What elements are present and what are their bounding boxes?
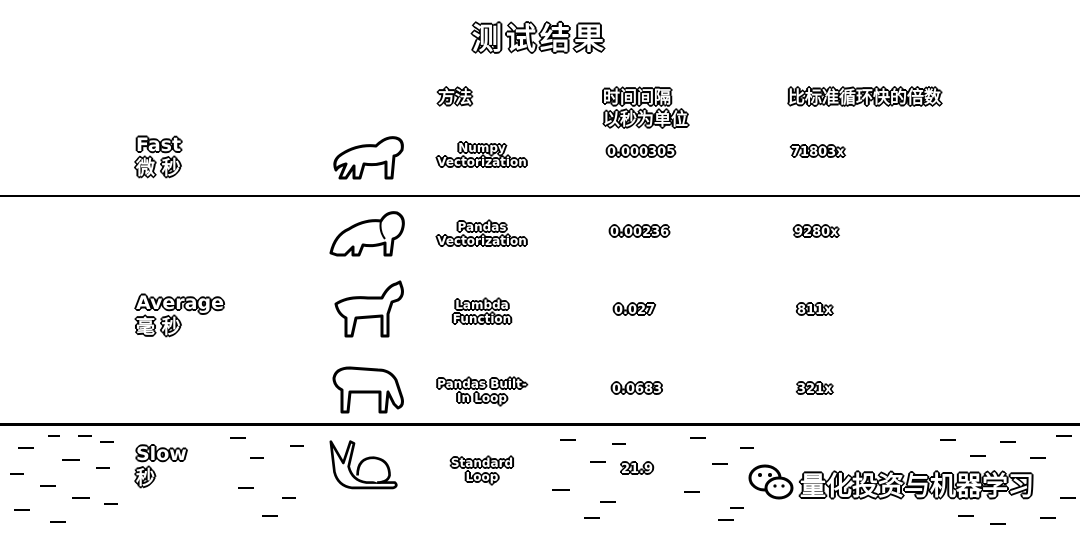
row-2-time: 0.00236 — [610, 225, 670, 240]
watermark-text: 量化投资与机器学习 — [800, 472, 1035, 502]
snail-icon — [329, 440, 398, 490]
header-time-line1: 时间间隔 — [603, 88, 671, 108]
row-1-method-line1: Numpy — [458, 141, 506, 155]
cheetah-icon — [333, 136, 404, 180]
row-3-time: 0.027 — [614, 303, 656, 318]
row-3-method-line1: Lambda — [455, 298, 509, 312]
row-5-time: 21.9 — [621, 462, 654, 477]
row-2-ratio: 9280x — [794, 225, 839, 240]
row-5-method-line1: Standard — [450, 456, 514, 470]
row-1-time: 0.000305 — [607, 145, 676, 160]
row-1-ratio: 71803x — [791, 145, 845, 160]
row-2-method-line2: Vectorization — [437, 234, 527, 248]
header-ratio: 比标准循环快的倍数 — [788, 88, 941, 108]
wechat-icon — [748, 464, 794, 500]
donkey-icon — [332, 366, 404, 414]
group-fast-unit: 微 秒 — [136, 157, 181, 179]
group-fast-label: Fast — [136, 134, 182, 156]
row-2-method-line1: Pandas — [457, 220, 507, 234]
horse-icon — [334, 280, 404, 338]
row-3-method: Lambda Function — [427, 298, 537, 326]
row-3-ratio: 811x — [797, 303, 833, 318]
row-5-method: Standard Loop — [427, 456, 537, 484]
row-3-method-line2: Function — [452, 312, 512, 326]
row-4-method: Pandas Built- In Loop — [427, 377, 537, 405]
row-1-method: Numpy Vectorization — [427, 141, 537, 169]
row-2-method: Pandas Vectorization — [427, 220, 537, 248]
row-4-method-line1: Pandas Built- — [437, 377, 527, 391]
lion-icon — [329, 211, 405, 257]
separator-average-slow — [0, 423, 1080, 426]
row-4-time: 0.0683 — [612, 382, 663, 397]
row-1-method-line2: Vectorization — [437, 155, 527, 169]
header-time-line2: 以秒为单位 — [603, 110, 688, 130]
row-4-method-line2: In Loop — [457, 391, 507, 405]
group-average-unit: 毫 秒 — [136, 316, 181, 338]
row-4-ratio: 321x — [797, 382, 833, 397]
row-5-method-line2: Loop — [465, 470, 499, 484]
separator-fast-average — [0, 195, 1080, 197]
page-title: 测试结果 — [472, 22, 608, 57]
group-average-label: Average — [136, 292, 224, 314]
header-method: 方法 — [438, 88, 472, 108]
